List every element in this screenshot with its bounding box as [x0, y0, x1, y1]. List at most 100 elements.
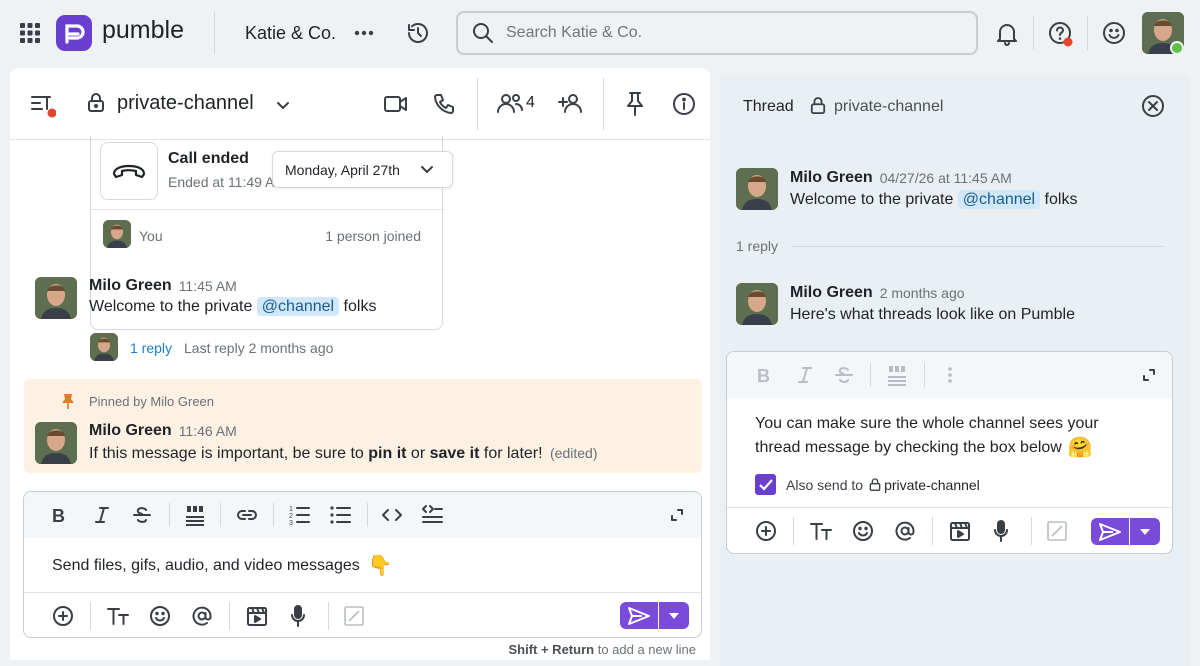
video-clip-icon[interactable]	[949, 520, 971, 542]
message-author[interactable]: Milo Green	[89, 277, 172, 295]
message-time: 11:45 AM	[178, 278, 237, 294]
emoji-status-icon[interactable]	[1102, 21, 1126, 45]
microphone-icon[interactable]	[993, 519, 1009, 543]
history-icon[interactable]	[406, 21, 430, 45]
info-icon[interactable]	[672, 92, 696, 116]
top-bar: pumble Katie & Co.	[0, 0, 1200, 66]
mention-icon[interactable]	[191, 605, 213, 627]
quote-icon[interactable]	[184, 504, 206, 526]
numbered-list-icon[interactable]: 123	[288, 504, 310, 526]
bold-button[interactable]: B	[52, 506, 65, 527]
call-title: Call ended	[168, 150, 249, 167]
app-name: pumble	[102, 16, 184, 44]
composer-input[interactable]: Send files, gifs, audio, and video messa…	[52, 553, 393, 578]
code-icon[interactable]	[381, 506, 403, 524]
italic-icon[interactable]	[94, 506, 110, 524]
hugging-emoji: 🤗	[1067, 437, 1093, 459]
also-send-checkbox[interactable]	[755, 474, 776, 495]
apps-grid-icon[interactable]	[20, 23, 40, 43]
microphone-icon[interactable]	[290, 604, 306, 628]
message-author[interactable]: Milo Green	[89, 422, 172, 440]
message-avatar[interactable]	[35, 277, 77, 319]
phone-hangup-tile	[100, 142, 158, 200]
message-avatar[interactable]	[35, 422, 77, 464]
pinned-label: Pinned by Milo Green	[89, 394, 215, 409]
phone-hangup-icon	[112, 164, 146, 179]
channel-list-icon[interactable]	[30, 94, 56, 118]
message-author[interactable]: Milo Green	[790, 169, 873, 187]
message-composer: B 123 Send files, gifs, audio, and video…	[23, 491, 702, 638]
message-header: Milo Green 11:45 AM	[89, 277, 237, 295]
composer-text: Send files, gifs, audio, and video messa…	[52, 556, 360, 574]
search-input[interactable]	[506, 24, 946, 42]
channel-dropdown-icon[interactable]	[276, 101, 290, 111]
members-button[interactable]: 4	[496, 92, 535, 114]
bold-button[interactable]: B	[757, 366, 770, 387]
text-format-icon[interactable]	[809, 521, 833, 541]
add-attachment-icon[interactable]	[52, 605, 74, 627]
strikethrough-icon[interactable]	[132, 505, 152, 525]
link-icon[interactable]	[235, 506, 259, 524]
reply-count-link[interactable]: 1 reply	[130, 340, 172, 356]
close-thread-icon[interactable]	[1141, 94, 1165, 118]
thread-composer-input[interactable]: You can make sure the whole channel sees…	[755, 412, 1155, 460]
send-button-group	[1091, 518, 1160, 545]
emoji-picker-icon[interactable]	[852, 520, 874, 542]
channel-mention[interactable]: @channel	[957, 190, 1041, 209]
thread-reply-text: Here's what threads look like on Pumble	[790, 306, 1075, 323]
thread-lock-icon	[810, 97, 826, 115]
last-reply-time: Last reply 2 months ago	[184, 340, 334, 356]
code-block-icon[interactable]	[421, 504, 443, 526]
pin-icon[interactable]	[624, 91, 646, 117]
emoji-picker-icon[interactable]	[149, 605, 171, 627]
video-call-icon[interactable]	[383, 94, 409, 114]
thread-composer-line1: You can make sure the whole channel sees…	[755, 415, 1099, 432]
more-format-icon[interactable]	[947, 366, 953, 384]
add-attachment-icon[interactable]	[755, 520, 777, 542]
bullet-list-icon[interactable]	[329, 504, 351, 526]
you-label: You	[139, 228, 163, 244]
more-icon[interactable]	[354, 30, 374, 36]
newline-hint: Shift + Return to add a new line	[508, 642, 696, 657]
strikethrough-icon[interactable]	[834, 365, 854, 385]
message-author[interactable]: Milo Green	[790, 284, 873, 302]
expand-icon[interactable]	[670, 508, 684, 522]
search-box[interactable]	[456, 11, 978, 55]
add-member-icon[interactable]	[557, 92, 585, 114]
phone-call-icon[interactable]	[432, 92, 456, 116]
joined-count: 1 person joined	[325, 228, 421, 244]
bell-icon[interactable]	[996, 22, 1018, 46]
pinned-icon	[61, 393, 75, 409]
format-toolbar: B 123	[24, 492, 701, 538]
thread-parent-avatar[interactable]	[736, 168, 778, 210]
quote-icon[interactable]	[886, 364, 908, 386]
workspace-name[interactable]: Katie & Co.	[245, 23, 336, 44]
date-picker[interactable]: Monday, April 27th	[272, 151, 453, 188]
channel-mention[interactable]: @channel	[256, 297, 340, 316]
canvas-icon[interactable]	[344, 606, 364, 626]
send-button[interactable]	[620, 602, 658, 629]
send-options-button[interactable]	[1130, 518, 1160, 545]
channel-title[interactable]: private-channel	[117, 92, 254, 115]
pointing-down-emoji: 👇	[367, 555, 393, 577]
thread-channel[interactable]: private-channel	[834, 98, 943, 116]
thread-composer: B You can make sure the whole channel se…	[726, 351, 1173, 554]
member-count: 4	[526, 94, 535, 111]
svg-text:3: 3	[289, 520, 293, 526]
thread-reply-avatar[interactable]	[736, 283, 778, 325]
help-icon[interactable]	[1048, 21, 1074, 47]
send-icon	[1099, 522, 1121, 541]
send-options-button[interactable]	[659, 602, 689, 629]
mention-icon[interactable]	[894, 520, 916, 542]
message-header: Milo Green 11:46 AM	[89, 422, 237, 440]
caret-down-icon	[1140, 528, 1150, 535]
message-time: 04/27/26 at 11:45 AM	[879, 170, 1012, 186]
expand-icon[interactable]	[1142, 368, 1156, 382]
also-send-row: Also send to private-channel	[755, 474, 980, 495]
italic-icon[interactable]	[797, 366, 813, 384]
send-button[interactable]	[1091, 518, 1129, 545]
text-format-icon[interactable]	[106, 606, 130, 626]
canvas-icon[interactable]	[1047, 521, 1067, 541]
video-clip-icon[interactable]	[246, 605, 268, 627]
you-avatar	[103, 220, 131, 248]
